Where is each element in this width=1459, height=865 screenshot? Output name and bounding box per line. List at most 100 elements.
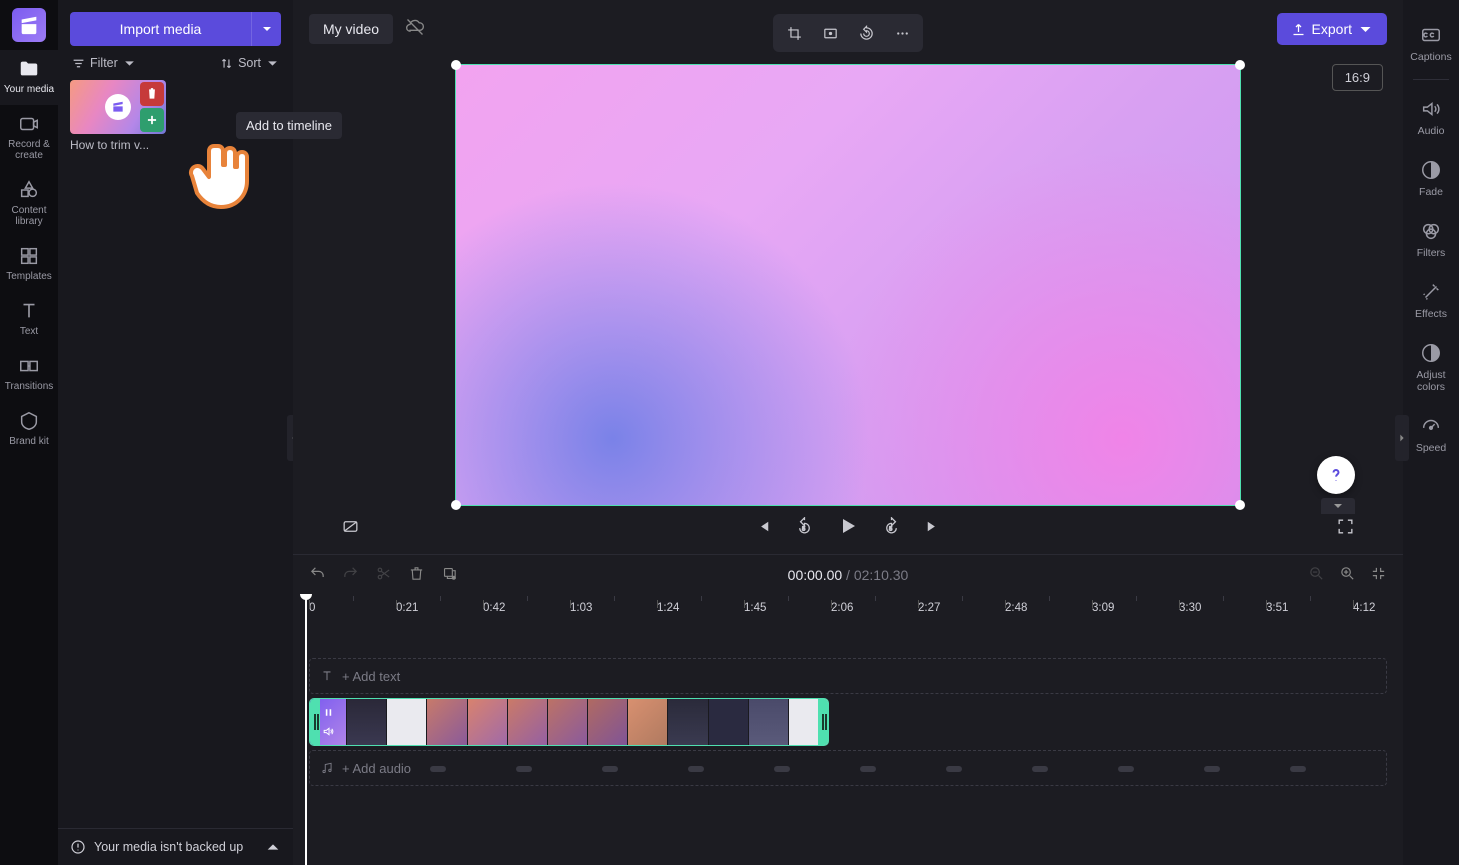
rr-captions[interactable]: Captions [1403,14,1459,75]
ruler-tick: 0:21 [396,602,418,614]
filter-label: Filter [90,56,118,70]
resize-handle-tr[interactable] [1235,60,1245,70]
zoom-out-button[interactable] [1308,565,1325,585]
forward-button[interactable]: 5 [882,517,901,536]
ruler-tick: 2:27 [918,602,940,614]
video-clip[interactable] [309,698,829,746]
ruler-minor-tick [962,596,963,601]
skip-end-button[interactable] [923,517,942,536]
editor-main: My video Export 16:9 [293,0,1403,865]
shapes-icon [18,179,40,201]
undo-icon [309,565,326,582]
rr-adjust-colors[interactable]: Adjust colors [1403,332,1459,405]
ruler-minor-tick [701,596,702,601]
backup-warning[interactable]: Your media isn't backed up [58,828,293,865]
clip-trim-handle-right[interactable] [818,699,828,745]
cloud-off-indicator[interactable] [405,17,425,42]
audio-track[interactable]: + Add audio [309,750,1387,786]
resize-handle-tl[interactable] [451,60,461,70]
timeline-ruler[interactable]: 00:210:421:031:241:452:062:272:483:093:3… [293,594,1403,624]
media-add-to-timeline-button[interactable] [140,108,164,132]
clapper-icon [18,14,40,36]
help-button[interactable] [1317,456,1355,494]
cloud-off-icon [405,17,425,37]
fullscreen-button[interactable] [1336,517,1355,536]
zoom-fit-button[interactable] [1370,565,1387,585]
skip-start-button[interactable] [754,517,773,536]
chevron-down-icon [1332,500,1344,512]
rr-label: Audio [1418,125,1445,137]
chevron-right-icon [1397,433,1407,443]
crop-button[interactable] [777,18,811,48]
collapse-preview-button[interactable] [1321,498,1355,514]
aspect-ratio-button[interactable]: 16:9 [1332,64,1383,91]
ruler-tick: 1:24 [657,602,679,614]
ruler-minor-tick [1310,596,1311,601]
duplicate-button[interactable] [441,565,458,585]
chevron-up-icon [265,839,281,855]
chevron-down-icon [1358,22,1373,37]
more-button[interactable] [885,18,919,48]
import-media-button[interactable]: Import media [70,12,251,46]
rr-audio[interactable]: Audio [1403,88,1459,149]
rr-effects[interactable]: Effects [1403,271,1459,332]
rail-your-media[interactable]: Your media [0,50,58,105]
zoom-in-button[interactable] [1339,565,1356,585]
rr-filters[interactable]: Filters [1403,210,1459,271]
skip-start-icon [754,517,773,536]
rail-text[interactable]: Text [0,292,58,347]
video-track[interactable] [309,698,1387,746]
ruler-minor-tick [1049,596,1050,601]
rr-fade[interactable]: Fade [1403,149,1459,210]
rail-transitions[interactable]: Transitions [0,347,58,402]
time-total: 02:10.30 [854,567,909,583]
contrast-icon [1420,342,1442,364]
export-button[interactable]: Export [1277,13,1387,45]
rail-brand-kit[interactable]: Brand kit [0,402,58,457]
import-row: Import media [58,0,293,52]
svg-text:5: 5 [802,526,805,532]
rail-record[interactable]: Record & create [0,105,58,171]
rewind-button[interactable]: 5 [795,517,814,536]
rail-templates[interactable]: Templates [0,237,58,292]
fit-button[interactable] [813,18,847,48]
redo-button[interactable] [342,565,359,585]
topbar: My video Export [293,0,1403,58]
preview-toolbar [773,14,923,52]
media-delete-button[interactable] [140,82,164,106]
media-panel: Import media Filter Sort [58,0,293,865]
rail-label: Brand kit [2,436,56,447]
ruler-tick: 0 [309,602,315,614]
hide-watermark-button[interactable] [341,517,360,536]
text-track[interactable]: + Add text [309,658,1387,694]
play-button[interactable] [836,514,860,538]
split-button[interactable] [375,565,392,585]
camera-icon [18,113,40,135]
clip-trim-handle-left[interactable] [310,699,320,745]
filter-button[interactable]: Filter [72,56,136,70]
media-item[interactable]: How to trim v... [70,80,166,152]
rotate-icon [858,25,875,42]
playhead[interactable] [305,594,307,865]
project-title[interactable]: My video [309,14,393,44]
rr-speed[interactable]: Speed [1403,405,1459,466]
folder-icon [18,58,40,80]
undo-button[interactable] [309,565,326,585]
rotate-button[interactable] [849,18,883,48]
app-logo[interactable] [12,8,46,42]
divider [1413,79,1449,80]
rail-content-library[interactable]: Content library [0,171,58,237]
delete-button[interactable] [408,565,425,585]
preview-canvas[interactable] [455,64,1241,506]
right-panel-expand-handle[interactable] [1395,415,1409,461]
fade-icon [1420,159,1442,181]
media-thumbnail[interactable] [70,80,166,134]
sort-button[interactable]: Sort [220,56,279,70]
timeline[interactable]: 00:210:421:031:241:452:062:272:483:093:3… [293,594,1403,865]
import-media-dropdown[interactable] [251,12,281,46]
more-icon [894,25,911,42]
rr-label: Speed [1416,442,1446,454]
forward-5-icon: 5 [882,517,901,536]
rail-label: Text [2,326,56,337]
zoom-out-icon [1308,565,1325,582]
